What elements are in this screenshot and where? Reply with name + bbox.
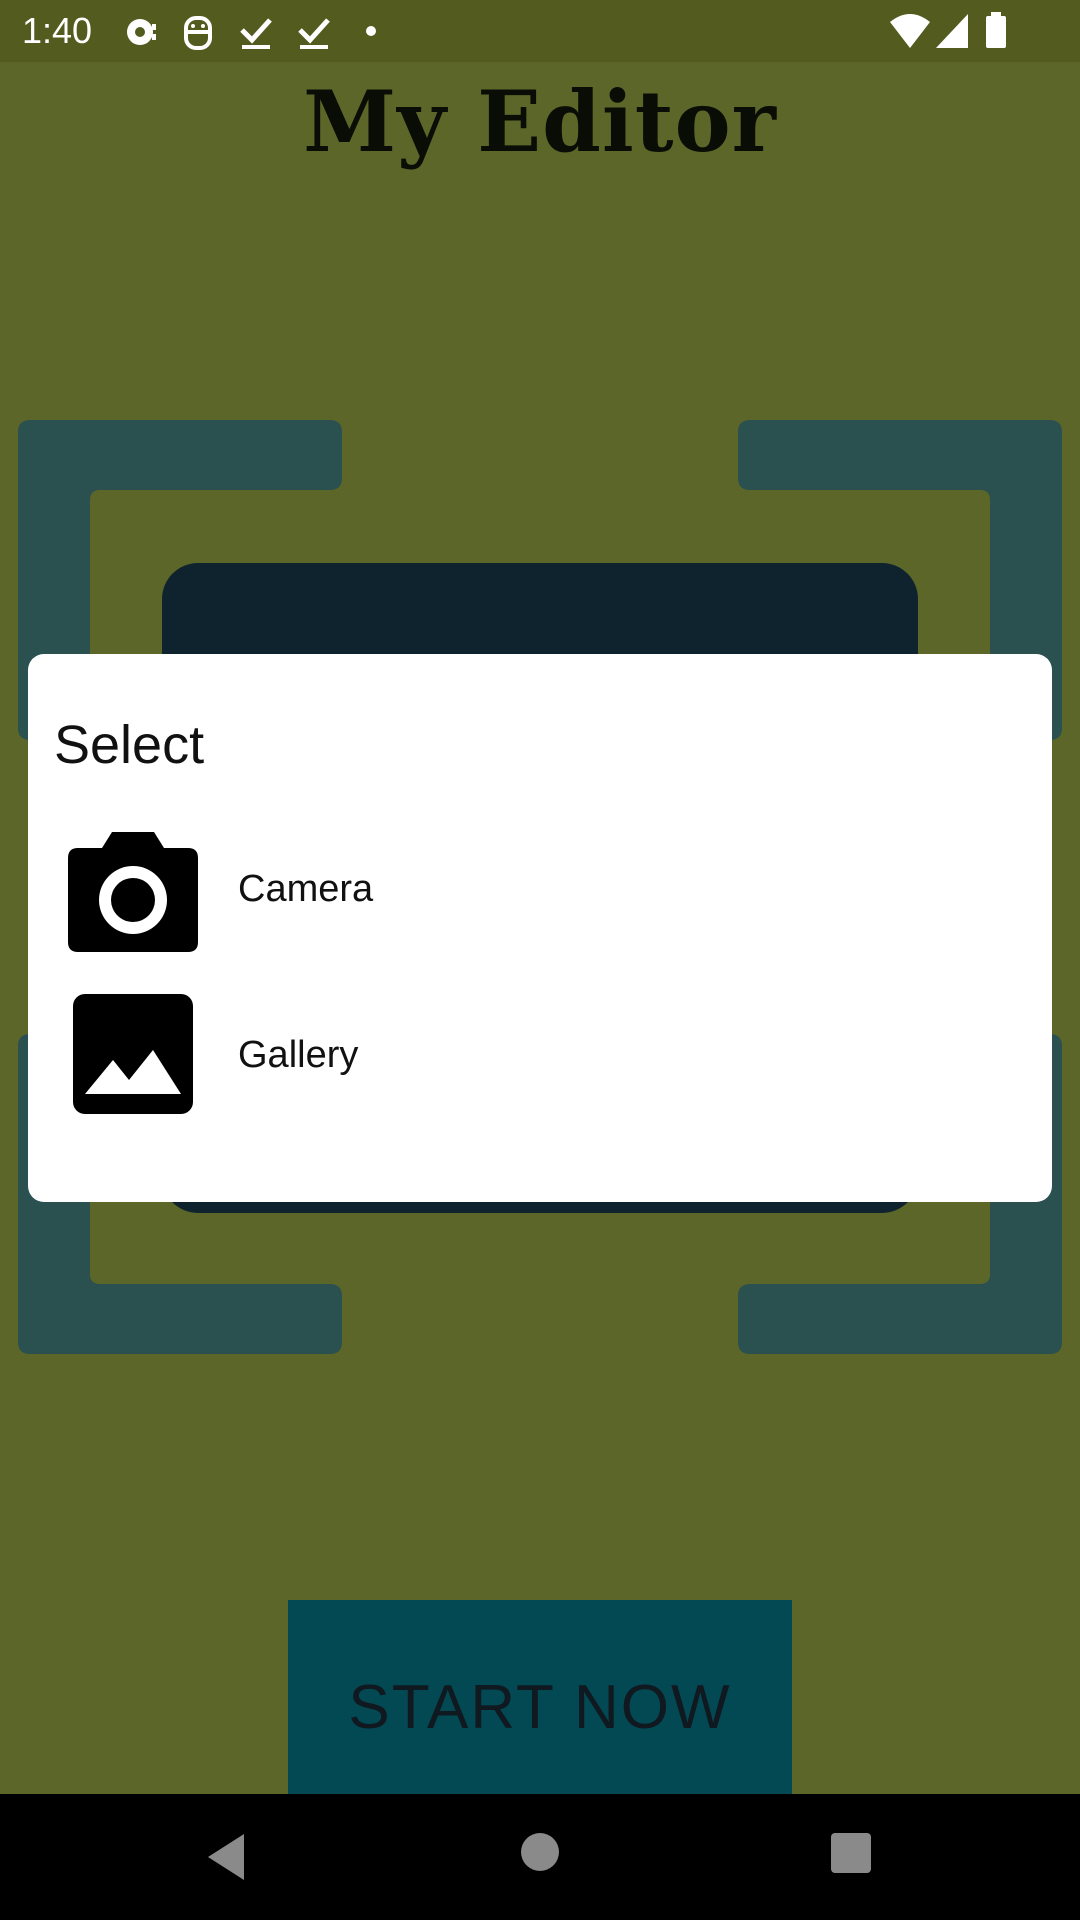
image-icon: [73, 994, 193, 1119]
option-label: Gallery: [238, 1034, 359, 1076]
navigation-bar: [0, 1794, 1080, 1920]
back-icon[interactable]: [204, 1832, 248, 1887]
camera-icon: [66, 832, 200, 959]
select-dialog: Select Camera Gallery: [28, 654, 1052, 1202]
option-label: Camera: [238, 868, 374, 910]
home-icon[interactable]: [520, 1832, 560, 1877]
start-now-button[interactable]: START NOW: [288, 1600, 792, 1794]
option-gallery[interactable]: Gallery: [28, 994, 1052, 1184]
recents-icon[interactable]: [830, 1832, 872, 1879]
option-camera[interactable]: Camera: [28, 794, 1052, 984]
dialog-title: Select: [54, 715, 205, 775]
